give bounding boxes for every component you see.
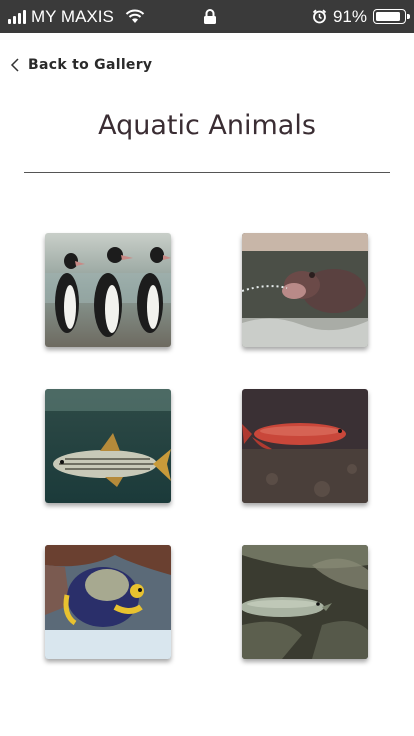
back-to-gallery-link[interactable]: Back to Gallery — [10, 54, 152, 76]
angelfish-image — [45, 545, 171, 659]
thumbnail-penguins[interactable] — [45, 233, 171, 347]
battery-percent: 91% — [332, 6, 367, 26]
back-link-label: Back to Gallery — [28, 57, 153, 73]
alarm-icon — [312, 9, 327, 24]
thumbnail-red-arowana[interactable] — [242, 389, 368, 503]
lock-icon — [204, 9, 216, 24]
penguins-image — [45, 233, 171, 347]
thumbnail-striped-fish[interactable] — [45, 389, 171, 503]
page-title: Aquatic Animals — [98, 110, 316, 141]
signal-icon — [8, 9, 26, 24]
thumbnail-silver-arowana[interactable] — [242, 545, 368, 659]
thumbnail-hippo[interactable] — [242, 233, 368, 347]
status-right: 91% — [312, 0, 410, 33]
red-arowana-image — [242, 389, 368, 503]
carrier-name: MY MAXIS — [31, 6, 114, 26]
chevron-left-icon — [10, 58, 19, 72]
wifi-icon — [125, 9, 145, 23]
battery-icon — [373, 9, 410, 24]
battery-fill — [376, 12, 400, 21]
striped-fish-image — [45, 389, 171, 503]
title-divider — [24, 172, 390, 173]
hippo-image — [242, 233, 368, 347]
silver-arowana-image — [242, 545, 368, 659]
status-bar: MY MAXIS 91% — [0, 0, 414, 33]
thumbnail-angelfish[interactable] — [45, 545, 171, 659]
status-left: MY MAXIS — [8, 0, 145, 33]
